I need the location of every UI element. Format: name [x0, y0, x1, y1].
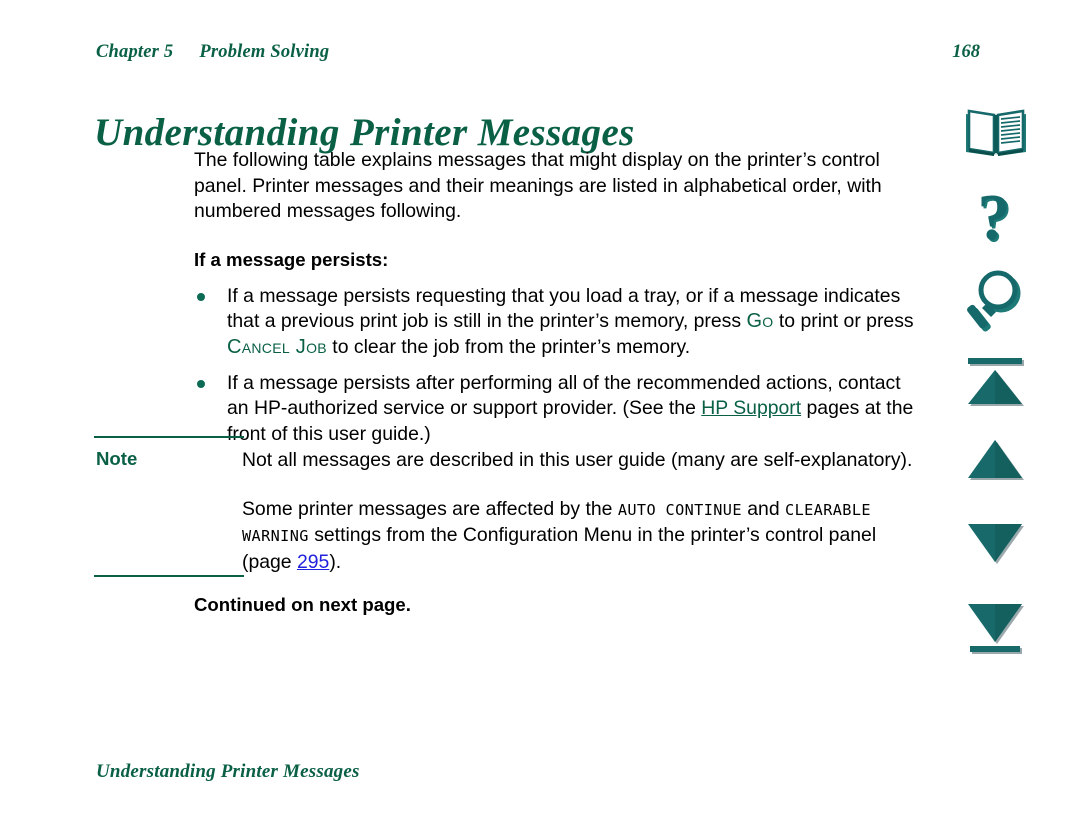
chapter-label: Chapter 5 [96, 42, 174, 62]
magnifier-icon[interactable] [946, 268, 1046, 350]
navigation-rail: ? ? [946, 104, 1046, 678]
note-paragraph-1: Not all messages are described in this u… [242, 449, 913, 471]
svg-text:?: ? [978, 186, 1011, 254]
running-head: Chapter 5 Problem Solving 168 [96, 42, 980, 68]
bullet-dot-icon [197, 379, 205, 388]
link-page-295[interactable]: 295 [297, 551, 329, 573]
key-go: Go [746, 310, 774, 333]
section-label: Problem Solving [199, 42, 330, 62]
bullet-1-text-part3: to clear the job from the printer’s memo… [326, 335, 691, 358]
note-p2-part1: Some printer messages are affected by th… [242, 497, 618, 520]
setting-auto-continue: AUTO CONTINUE [617, 500, 742, 519]
note-rule-bottom [94, 575, 244, 578]
bullet-list: If a message persists requesting that yo… [194, 284, 920, 448]
previous-page-icon[interactable] [946, 432, 1046, 514]
note-label: Note [96, 448, 138, 469]
note-body: Note Not all messages are described in t… [94, 438, 920, 575]
note-p2-part4: ). [329, 550, 342, 573]
bullet-1-text-part2: to print or press [773, 310, 914, 333]
subheading-if-message-persists: If a message persists: [194, 248, 389, 270]
footer-title: Understanding Printer Messages [96, 761, 360, 782]
continued-on-next-page: Continued on next page. [194, 594, 411, 615]
bullet-dot-icon [197, 292, 205, 301]
main-content: The following table explains messages th… [194, 148, 920, 457]
next-page-icon[interactable] [946, 514, 1046, 596]
link-hp-support[interactable]: HP Support [701, 397, 801, 419]
note-paragraph-2: Some printer messages are affected by th… [242, 497, 920, 576]
last-page-icon[interactable] [946, 596, 1046, 678]
question-mark-icon[interactable]: ? ? [946, 186, 1046, 268]
list-item: If a message persists requesting that yo… [194, 284, 920, 361]
note-block: Note Not all messages are described in t… [94, 436, 920, 578]
running-head-left: Chapter 5 Problem Solving [96, 42, 329, 63]
note-p2-part2: and [741, 497, 786, 520]
intro-paragraph: The following table explains messages th… [194, 149, 882, 223]
note-text: Not all messages are described in this u… [242, 438, 920, 575]
first-page-icon[interactable] [946, 350, 1046, 432]
open-book-icon[interactable] [946, 104, 1046, 186]
key-cancel-job: Cancel Job [227, 335, 327, 358]
page-number: 168 [952, 42, 980, 62]
